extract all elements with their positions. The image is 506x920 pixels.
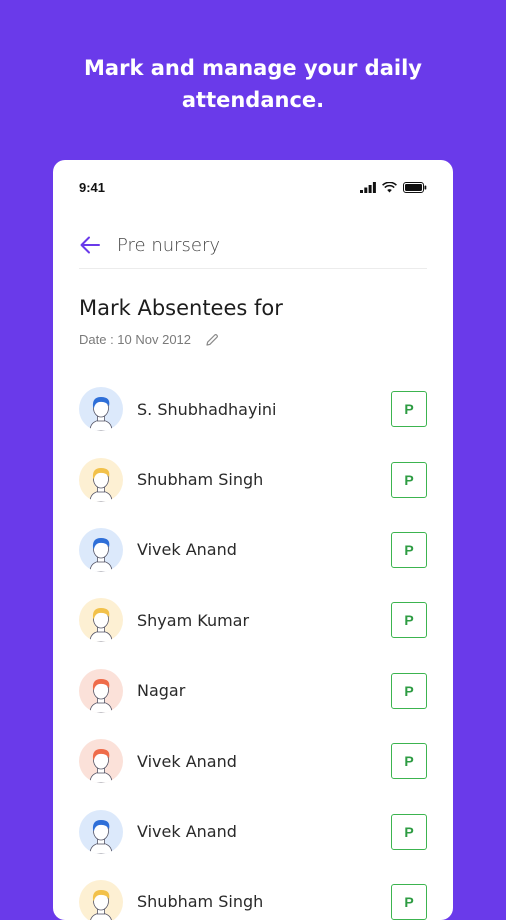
avatar <box>79 809 123 854</box>
student-row: Shubham Singh P <box>79 867 427 920</box>
avatar <box>79 457 123 502</box>
page-title: Mark Absentees for <box>79 296 283 320</box>
student-name: S. Shubhadhayini <box>137 399 277 419</box>
student-row: Shyam Kumar P <box>79 585 427 655</box>
present-toggle-button[interactable]: P <box>391 602 427 639</box>
phone-screen: 9:41 Pre nursery Mark Absentees for Date… <box>53 160 453 920</box>
student-row: Nagar P <box>79 656 427 726</box>
student-avatar-icon <box>89 749 113 784</box>
battery-icon <box>403 181 427 193</box>
app-bar: Pre nursery <box>79 222 427 269</box>
student-name: Vivek Anand <box>137 751 237 771</box>
student-avatar-icon <box>89 537 113 572</box>
student-row: Vivek Anand P <box>79 515 427 585</box>
student-avatar-icon <box>89 608 113 643</box>
avatar <box>79 527 123 572</box>
present-toggle-button[interactable]: P <box>391 531 427 568</box>
avatar <box>79 387 123 432</box>
student-name: Shubham Singh <box>137 892 264 912</box>
status-icons <box>360 181 427 193</box>
student-name: Shyam Kumar <box>137 610 250 630</box>
avatar <box>79 598 123 643</box>
class-name: Pre nursery <box>117 234 221 256</box>
present-toggle-button[interactable]: P <box>391 813 427 850</box>
avatar <box>79 739 123 784</box>
student-row: Shubham Singh P <box>79 444 427 514</box>
avatar <box>79 668 123 713</box>
student-row: Vivek Anand P <box>79 726 427 796</box>
student-list: S. Shubhadhayini P Shubham Singh P Vivek Ana… <box>79 374 427 920</box>
date-label: Date : 10 Nov 2012 <box>79 332 192 347</box>
back-button[interactable] <box>77 232 103 258</box>
student-avatar-icon <box>89 397 113 432</box>
student-name: Vivek Anand <box>137 822 237 842</box>
student-row: S. Shubhadhayini P <box>79 374 427 444</box>
present-toggle-button[interactable]: P <box>391 743 427 780</box>
present-toggle-button[interactable]: P <box>391 672 427 709</box>
arrow-left-icon <box>80 236 100 254</box>
wifi-icon <box>382 181 397 192</box>
student-avatar-icon <box>89 678 113 713</box>
present-toggle-button[interactable]: P <box>391 391 427 428</box>
status-time: 9:41 <box>79 179 106 195</box>
student-avatar-icon <box>89 467 113 502</box>
present-toggle-button[interactable]: P <box>391 883 427 920</box>
edit-pencil-icon[interactable] <box>205 333 219 347</box>
student-row: Vivek Anand P <box>79 796 427 866</box>
student-name: Shubham Singh <box>137 470 264 490</box>
student-avatar-icon <box>89 819 113 854</box>
student-name: Vivek Anand <box>137 540 237 560</box>
headline: Mark and manage your daily attendance. <box>84 56 422 112</box>
status-bar: 9:41 <box>79 178 427 196</box>
student-avatar-icon <box>90 889 112 920</box>
student-name: Nagar <box>137 681 186 701</box>
signal-icon <box>360 181 376 193</box>
present-toggle-button[interactable]: P <box>391 461 427 498</box>
date-row: Date : 10 Nov 2012 <box>79 332 219 347</box>
